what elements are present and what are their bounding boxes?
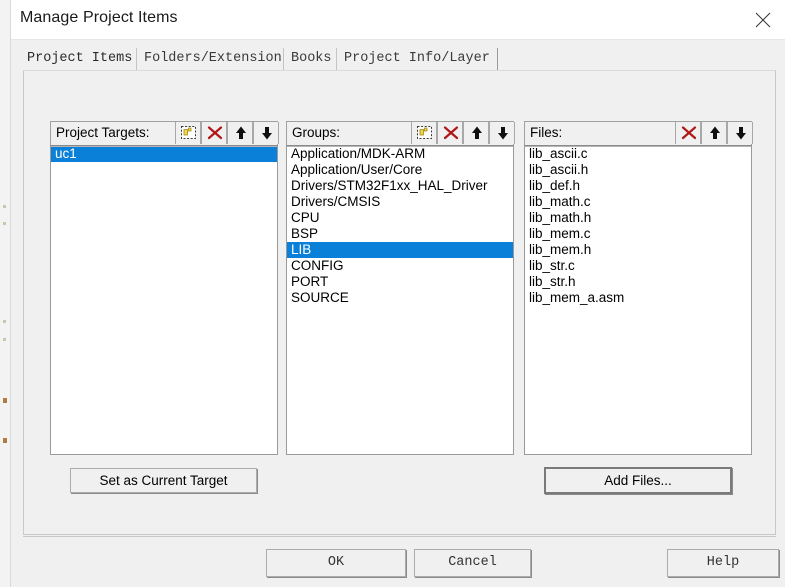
move-up-icon[interactable]	[463, 122, 489, 144]
background-mark	[3, 320, 6, 323]
ok-button[interactable]: OK	[266, 549, 406, 577]
list-item[interactable]: Application/User/Core	[287, 162, 513, 178]
files-label: Files:	[530, 125, 563, 140]
close-icon[interactable]	[740, 0, 785, 39]
project-targets-list[interactable]: uc1	[50, 145, 278, 455]
files-header: Files:	[524, 121, 753, 145]
background-window-sliver	[0, 0, 10, 587]
list-item[interactable]: LIB	[287, 242, 513, 258]
title-bar: Manage Project Items	[11, 0, 785, 40]
move-down-icon[interactable]	[253, 122, 279, 144]
tab-content-panel: Project Targets: uc1 Groups: Application…	[23, 70, 776, 535]
project-targets-label: Project Targets:	[56, 125, 150, 140]
bottom-separator	[23, 536, 776, 537]
move-down-icon[interactable]	[727, 122, 753, 144]
background-mark	[3, 222, 6, 225]
tab-strip: Project Items Folders/Extensions Books P…	[11, 40, 785, 72]
list-item[interactable]: lib_ascii.c	[525, 146, 751, 162]
window-title: Manage Project Items	[20, 9, 178, 26]
list-item[interactable]: CPU	[287, 210, 513, 226]
background-mark	[3, 398, 7, 403]
list-item[interactable]: PORT	[287, 274, 513, 290]
tab-project-info-layer[interactable]: Project Info/Layer	[336, 48, 498, 72]
background-mark	[3, 438, 7, 443]
background-mark	[3, 338, 6, 341]
new-item-icon[interactable]	[175, 122, 201, 144]
list-item[interactable]: Application/MDK-ARM	[287, 146, 513, 162]
groups-column: Groups: Application/MDK-ARM Application/…	[286, 121, 515, 455]
new-item-icon[interactable]	[411, 122, 437, 144]
delete-item-icon[interactable]	[201, 122, 227, 144]
list-item[interactable]: uc1	[51, 146, 277, 162]
list-item[interactable]: BSP	[287, 226, 513, 242]
list-item[interactable]: lib_math.h	[525, 210, 751, 226]
list-item[interactable]: lib_mem_a.asm	[525, 290, 751, 306]
move-down-icon[interactable]	[489, 122, 515, 144]
list-item[interactable]: lib_mem.c	[525, 226, 751, 242]
move-up-icon[interactable]	[227, 122, 253, 144]
files-list[interactable]: lib_ascii.c lib_ascii.h lib_def.h lib_ma…	[524, 145, 752, 455]
tab-project-items[interactable]: Project Items	[19, 48, 141, 72]
list-item[interactable]: Drivers/CMSIS	[287, 194, 513, 210]
groups-list[interactable]: Application/MDK-ARM Application/User/Cor…	[286, 145, 514, 455]
background-mark	[3, 205, 6, 208]
list-item[interactable]: Drivers/STM32F1xx_HAL_Driver	[287, 178, 513, 194]
files-column: Files: lib_ascii.c lib_ascii.h lib_def.h…	[524, 121, 753, 455]
delete-item-icon[interactable]	[675, 122, 701, 144]
manage-project-items-dialog: Manage Project Items Project Items Folde…	[10, 0, 785, 587]
help-button[interactable]: Help	[667, 549, 779, 577]
list-item[interactable]: lib_str.c	[525, 258, 751, 274]
list-item[interactable]: lib_ascii.h	[525, 162, 751, 178]
tab-books[interactable]: Books	[283, 48, 340, 72]
groups-header: Groups:	[286, 121, 515, 145]
project-targets-column: Project Targets: uc1	[50, 121, 279, 455]
add-files-button[interactable]: Add Files...	[544, 467, 732, 494]
delete-item-icon[interactable]	[437, 122, 463, 144]
list-item[interactable]: CONFIG	[287, 258, 513, 274]
list-item[interactable]: lib_str.h	[525, 274, 751, 290]
project-targets-header: Project Targets:	[50, 121, 279, 145]
list-item[interactable]: lib_def.h	[525, 178, 751, 194]
list-item[interactable]: lib_mem.h	[525, 242, 751, 258]
move-up-icon[interactable]	[701, 122, 727, 144]
list-item[interactable]: lib_math.c	[525, 194, 751, 210]
cancel-button[interactable]: Cancel	[414, 549, 531, 577]
tab-folders-extensions[interactable]: Folders/Extensions	[136, 48, 298, 72]
groups-label: Groups:	[292, 125, 341, 140]
list-item[interactable]: SOURCE	[287, 290, 513, 306]
set-as-current-target-button[interactable]: Set as Current Target	[70, 468, 257, 493]
